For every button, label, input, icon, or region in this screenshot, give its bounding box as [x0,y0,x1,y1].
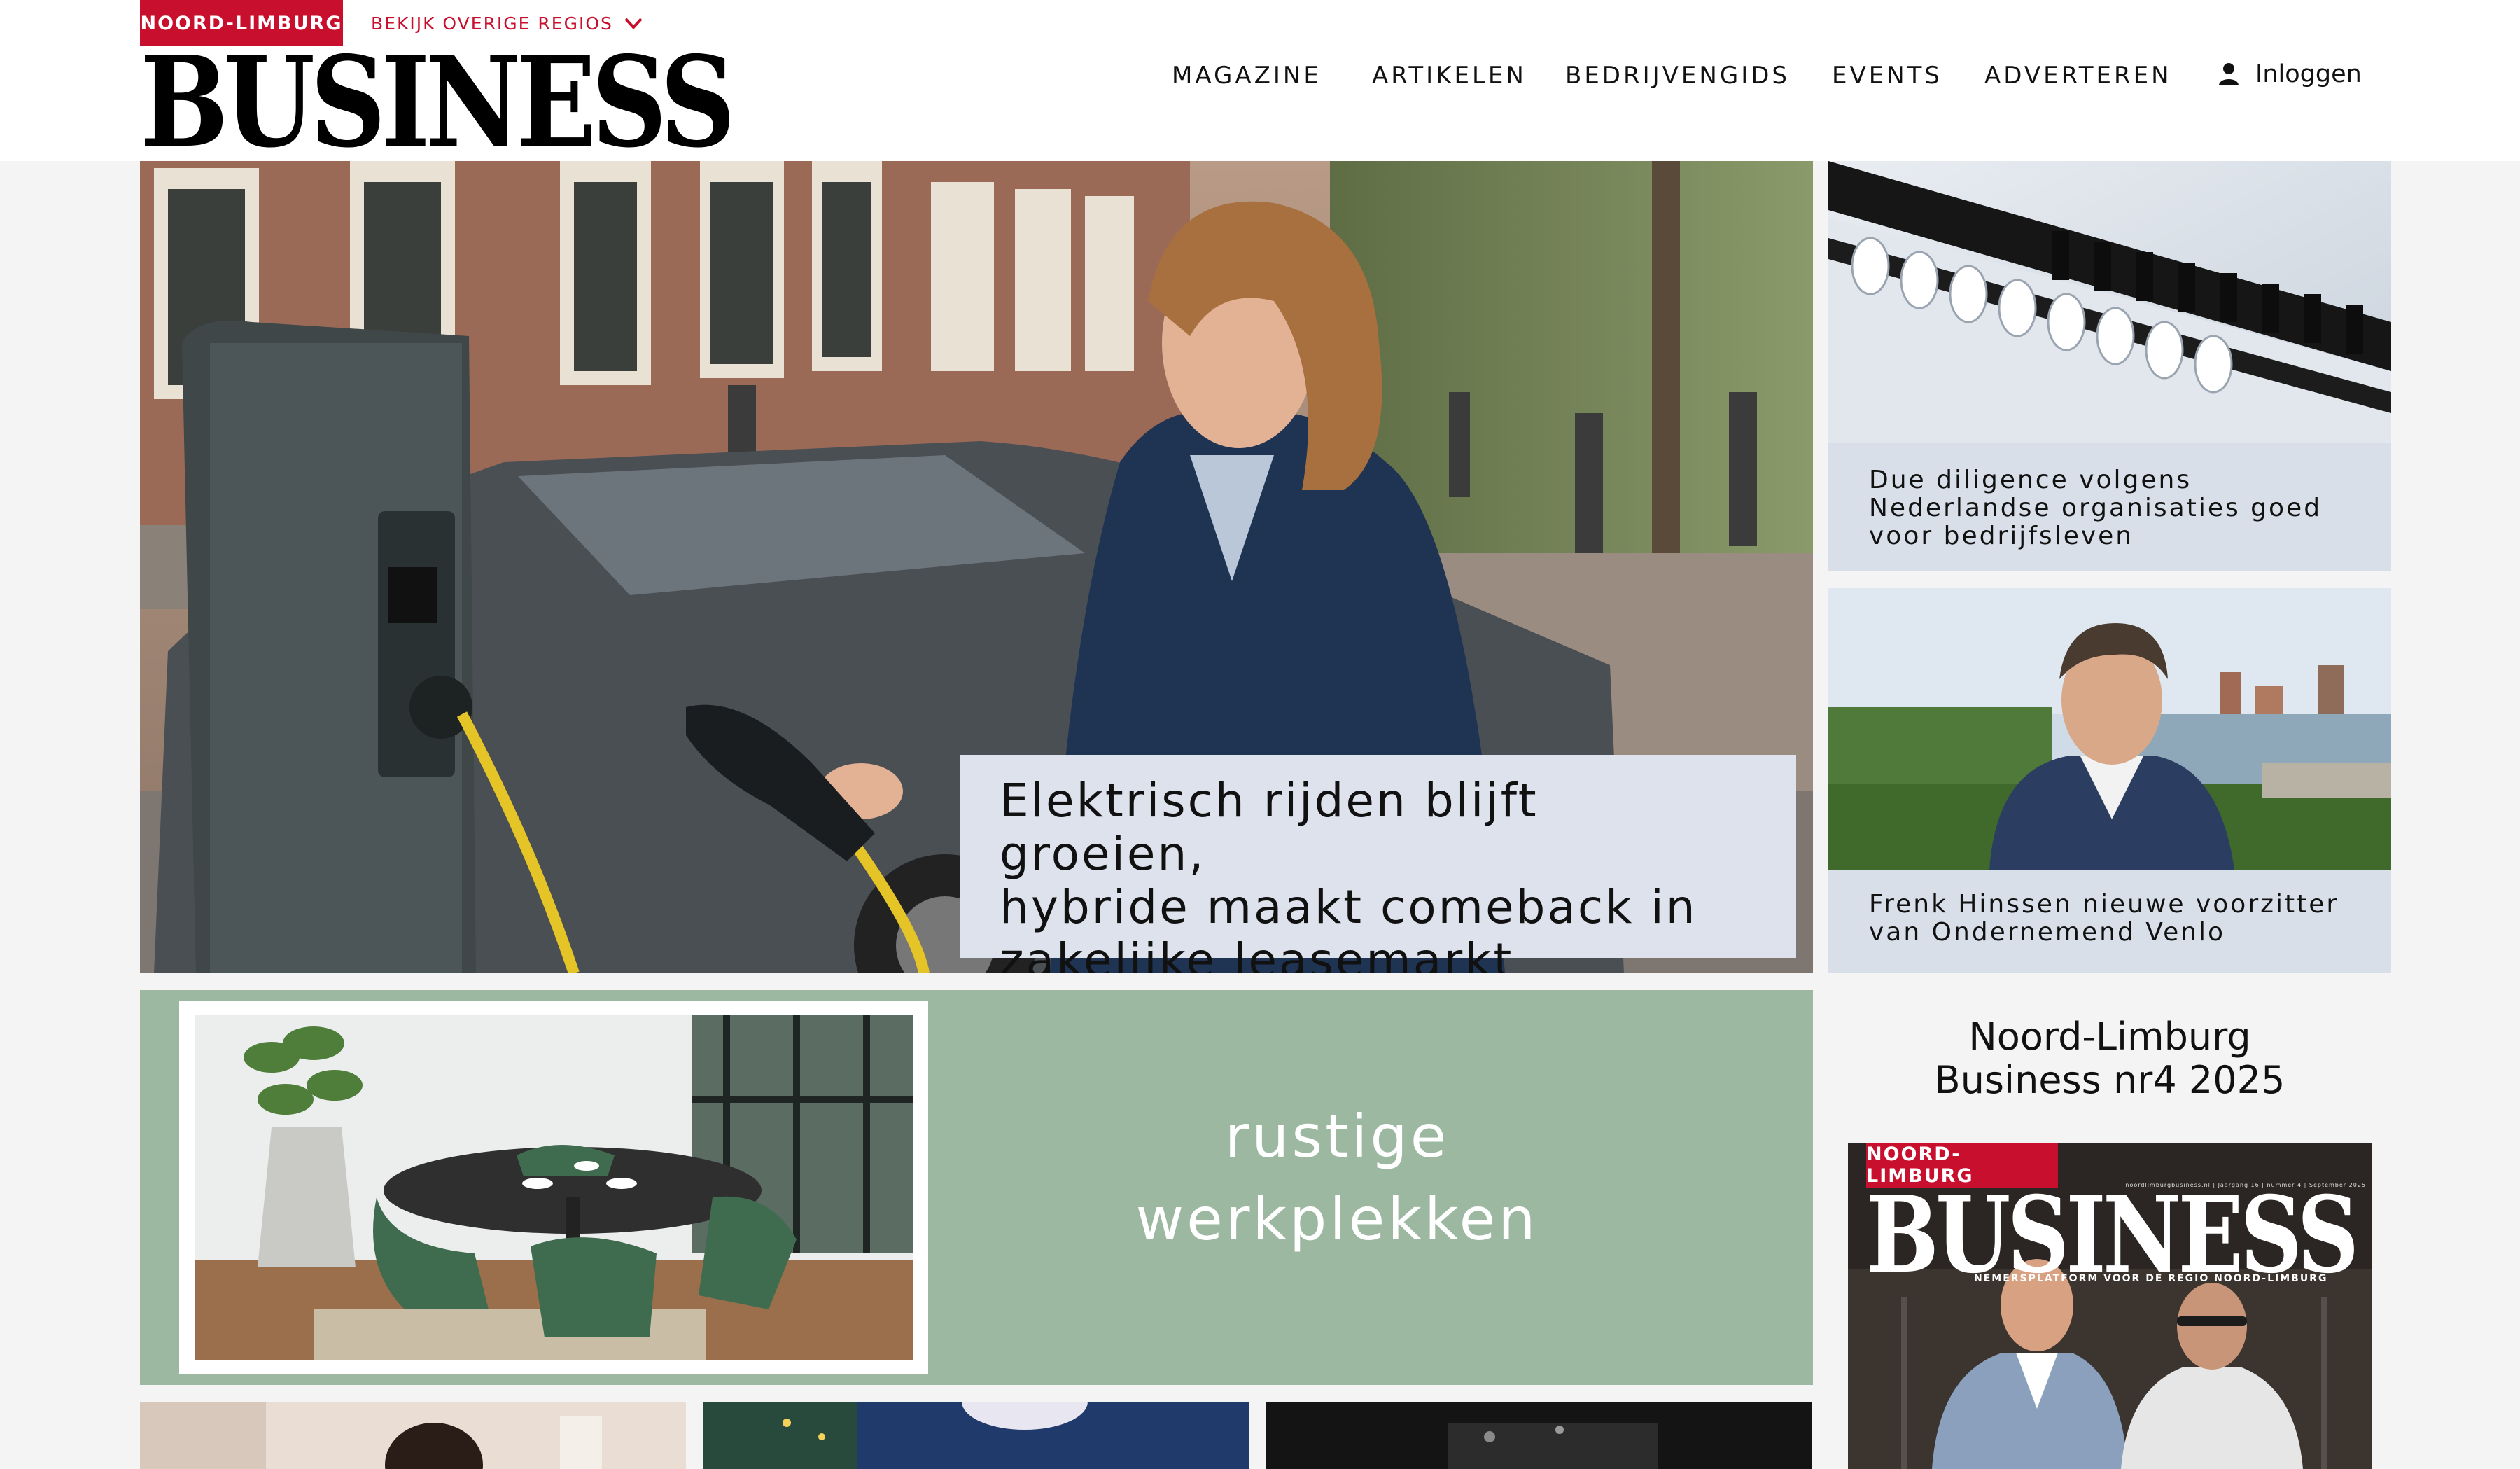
ad-text-line: werkplekken [1135,1185,1539,1253]
nav-events[interactable]: EVENTS [1832,56,1942,95]
login-button[interactable]: Inloggen [2218,55,2362,94]
hero-caption-line: zakelijke leasemarkt [1000,933,1514,974]
magazine-title[interactable]: Noord-Limburg Business nr4 2025 [1828,1015,2391,1102]
hero-caption-line: Elektrisch rijden blijft groeien, [1000,774,1539,881]
side-caption-line: Frenk Hinssen nieuwe voorzitter [1869,890,2339,919]
nav-artikelen[interactable]: ARTIKELEN [1372,56,1527,95]
magazine-title-line: Noord-Limburg [1968,1015,2251,1059]
article-tile-image [703,1402,1249,1469]
side-caption-line: Due diligence volgens [1869,466,2192,494]
ad-text: rustige werkplekken [1078,1095,1596,1260]
ad-banner-werkplekken[interactable]: rustige werkplekken [140,990,1813,1385]
nav-adverteren[interactable]: ADVERTEREN [1984,56,2172,95]
site-header: NOORD-LIMBURG BEKIJK OVERIGE REGIOS BUSI… [0,0,2520,165]
side-article-due-diligence[interactable]: Due diligence volgens Nederlandse organi… [1828,161,2391,571]
ad-photo [195,1015,913,1360]
article-tile[interactable] [140,1402,686,1469]
magazine-cover[interactable]: NOORD-LIMBURG noordlimburgbusiness.nl | … [1848,1143,2372,1469]
side-caption-line: voor bedrijfsleven [1869,522,2134,550]
ad-photo-frame [179,1001,928,1374]
article-tile-image [1266,1402,1812,1469]
side-article-frenk-hinssen[interactable]: Frenk Hinssen nieuwe voorzitter van Onde… [1828,588,2391,973]
article-tile-image [140,1402,686,1469]
hero-article[interactable]: Elektrisch rijden blijft groeien, hybrid… [140,161,1813,973]
site-logo[interactable]: BUSINESS [140,40,736,165]
hero-caption[interactable]: Elektrisch rijden blijft groeien, hybrid… [960,755,1796,973]
article-tile[interactable] [1266,1402,1812,1469]
hero-caption-line: hybride maakt comeback in [1000,880,1698,934]
article-tile[interactable] [703,1402,1249,1469]
portrait-image [1828,588,2391,870]
side-article-caption: Due diligence volgens Nederlandse organi… [1869,466,2363,550]
nav-bedrijvengids[interactable]: BEDRIJVENGIDS [1565,56,1790,95]
meeting-room-image [195,1015,913,1360]
magazine-cover-logo: BUSINESS [1866,1174,2359,1297]
magazine-title-line: Business nr4 2025 [1934,1058,2286,1102]
nav-magazine[interactable]: MAGAZINE [1172,56,1322,95]
login-label: Inloggen [2255,60,2362,88]
side-article-caption: Frenk Hinssen nieuwe voorzitter van Onde… [1869,891,2363,947]
ad-text-line: rustige [1224,1102,1450,1171]
side-caption-line: van Ondernemend Venlo [1869,918,2226,947]
binder-image [1828,161,2391,443]
user-icon [2219,63,2239,85]
magazine-cover-tagline: NEMERSPLATFORM VOOR DE REGIO NOORD-LIMBU… [1974,1273,2328,1284]
side-caption-line: Nederlandse organisaties goed [1869,494,2323,522]
